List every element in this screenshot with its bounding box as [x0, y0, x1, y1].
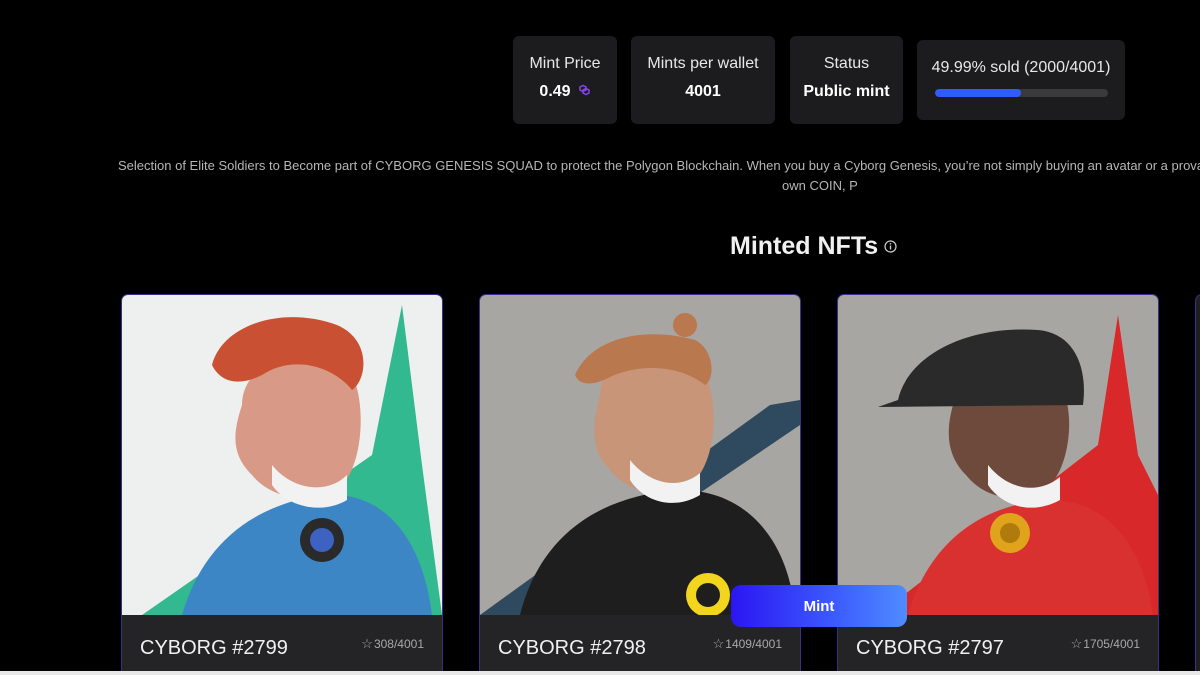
description-line-1: Selection of Elite Soldiers to Become pa… [118, 158, 1200, 173]
nft-rank: ☆1409/4001 [712, 636, 782, 651]
star-icon: ☆ [361, 636, 373, 651]
nft-rank: ☆308/4001 [361, 636, 424, 651]
star-icon: ☆ [712, 636, 725, 651]
minted-nfts-heading: Minted NFTs [730, 232, 897, 261]
mint-price-label: Mint Price [529, 55, 601, 72]
polygon-icon [577, 83, 591, 101]
nft-card[interactable]: CYBORG #2799 ☆308/4001 [121, 294, 443, 675]
nft-image [480, 295, 800, 615]
nft-name: CYBORG #2798 [498, 637, 646, 659]
star-icon: ☆ [1070, 636, 1083, 651]
nft-rank: ☆1705/4001 [1070, 636, 1140, 651]
nft-card-footer: CYBORG #2799 ☆308/4001 [122, 615, 442, 675]
cyborg-avatar-art [480, 295, 800, 615]
status-label: Status [823, 55, 870, 72]
section-title: Minted NFTs [730, 232, 879, 260]
status-value: Public mint [803, 83, 890, 100]
mints-per-wallet-card: Mints per wallet 4001 [631, 36, 775, 124]
mints-per-wallet-value: 4001 [685, 83, 721, 100]
nft-name: CYBORG #2797 [856, 637, 1004, 659]
mints-per-wallet-label: Mints per wallet [647, 55, 759, 72]
mint-button[interactable]: Mint [731, 585, 907, 627]
bottom-scroll-edge [0, 671, 1200, 675]
description-line-2: own COIN, P [782, 178, 858, 193]
sold-progress-text: 49.99% sold (2000/4001) [931, 59, 1111, 76]
status-card: Status Public mint [790, 36, 903, 124]
collection-description: Selection of Elite Soldiers to Become pa… [0, 156, 1200, 196]
cyborg-avatar-art [838, 295, 1158, 615]
sold-progress-bar [935, 89, 1108, 97]
nft-image [838, 295, 1158, 615]
sold-progress-card: 49.99% sold (2000/4001) [917, 40, 1125, 120]
nft-image [122, 295, 442, 615]
mint-price-value: 0.49 [513, 83, 617, 101]
info-icon[interactable] [884, 231, 897, 260]
cyborg-avatar-art [122, 295, 442, 615]
sold-progress-fill [935, 89, 1022, 97]
mint-price-card: Mint Price 0.49 [513, 36, 617, 124]
nft-name: CYBORG #2799 [140, 637, 288, 659]
nft-card-partial[interactable] [1195, 294, 1200, 675]
